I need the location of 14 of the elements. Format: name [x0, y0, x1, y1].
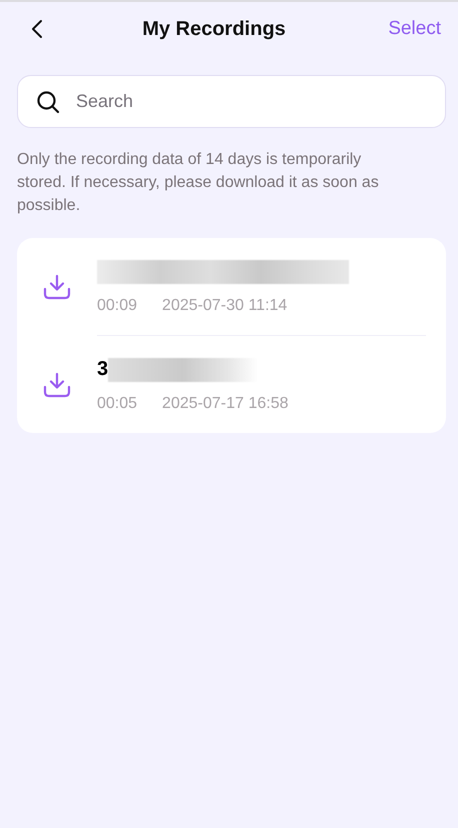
search-field[interactable]: Search [17, 75, 446, 128]
recording-date: 2025-07-30 11:14 [162, 296, 288, 314]
back-icon[interactable] [30, 19, 44, 39]
recording-duration: 00:05 [97, 394, 138, 412]
download-icon[interactable] [43, 274, 71, 300]
page-title: My Recordings [141, 18, 287, 40]
recording-title: 3 [97, 358, 108, 381]
select-button[interactable]: Select [388, 18, 441, 40]
retention-notice: Only the recording data of 14 days is temporarily stored. If necessary, please download it as soon as possible. [17, 150, 380, 216]
search-input[interactable]: Search [74, 90, 427, 113]
recording-duration: 00:09 [97, 296, 138, 314]
search-icon [36, 90, 60, 114]
recording-date: 2025-07-17 16:58 [162, 394, 288, 412]
download-icon[interactable] [43, 372, 71, 398]
